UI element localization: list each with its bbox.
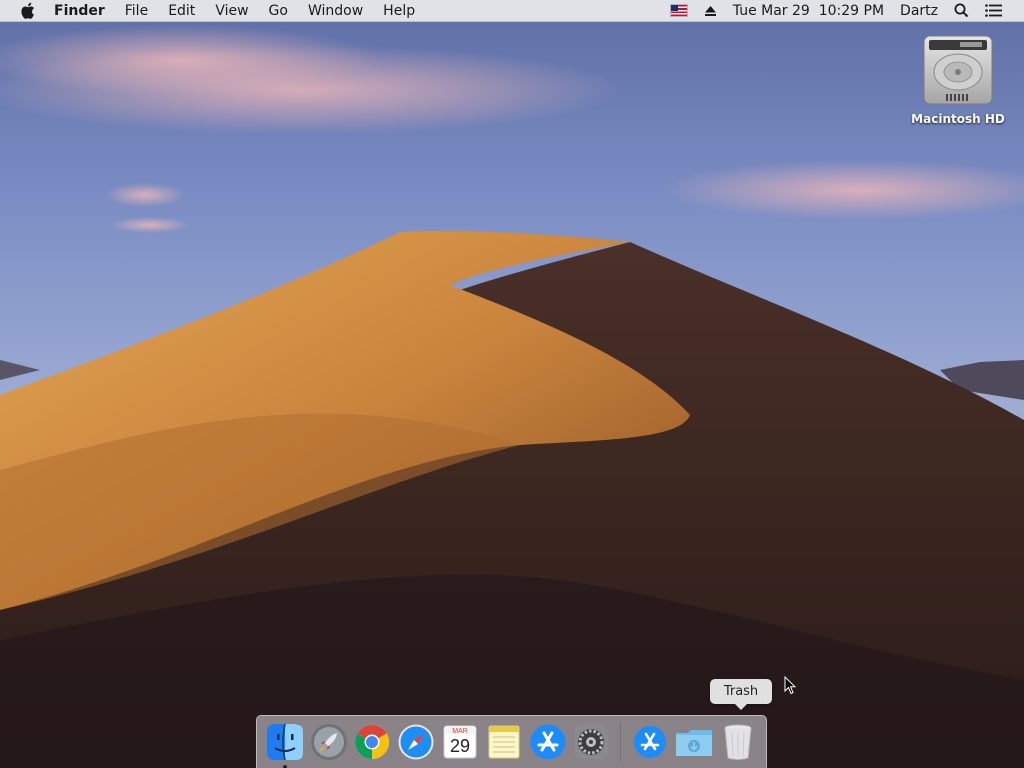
dock-item-chrome[interactable] — [353, 722, 393, 762]
wallpaper — [0, 0, 1024, 768]
dock-item-notes[interactable] — [484, 722, 524, 762]
menu-go[interactable]: Go — [259, 0, 298, 22]
menu-help[interactable]: Help — [373, 0, 425, 22]
menu-app-name[interactable]: Finder — [50, 0, 115, 22]
notes-icon — [488, 725, 520, 759]
dock-item-finder[interactable] — [265, 722, 305, 768]
input-source-flag-icon[interactable] — [662, 0, 696, 22]
dock: MAR 29 — [256, 715, 767, 768]
menu-view[interactable]: View — [205, 0, 258, 22]
desktop-item-macintosh-hd[interactable]: Macintosh HD — [902, 32, 1014, 126]
menu-file[interactable]: File — [115, 0, 158, 22]
dock-item-trash[interactable] — [718, 722, 758, 762]
apple-menu-icon[interactable] — [18, 2, 36, 20]
dock-item-launchpad[interactable] — [309, 722, 349, 762]
calendar-icon: MAR 29 — [443, 725, 477, 759]
notification-center-icon[interactable] — [977, 0, 1010, 22]
clock[interactable]: Tue Mar 29 10:29 PM — [725, 0, 892, 22]
calendar-day: 29 — [450, 736, 470, 756]
desktop: Finder File Edit View Go Window Help Tue… — [0, 0, 1024, 768]
dock-tooltip: Trash — [710, 679, 772, 710]
desktop-item-label: Macintosh HD — [911, 112, 1005, 126]
mouse-cursor-icon — [784, 676, 796, 695]
dock-item-system-preferences[interactable] — [572, 722, 612, 762]
calendar-month: MAR — [452, 728, 468, 735]
dock-separator — [620, 722, 622, 762]
user-menu[interactable]: Dartz — [892, 0, 946, 22]
menu-bar: Finder File Edit View Go Window Help Tue… — [0, 0, 1024, 22]
dock-item-safari[interactable] — [396, 722, 436, 762]
folder-download-icon — [676, 730, 713, 756]
app-store-icon — [634, 726, 667, 758]
trash-icon — [724, 724, 752, 760]
hard-drive-icon — [923, 35, 993, 105]
spotlight-search-icon[interactable] — [946, 0, 977, 22]
eject-icon[interactable] — [696, 0, 725, 22]
dock-item-app-store[interactable] — [528, 722, 568, 762]
finder-icon — [266, 723, 303, 761]
chrome-icon — [355, 725, 390, 759]
dock-item-applications[interactable] — [630, 722, 670, 762]
compass-icon — [398, 724, 434, 760]
dock-item-downloads[interactable] — [674, 722, 714, 762]
gear-icon — [574, 725, 609, 759]
menu-edit[interactable]: Edit — [158, 0, 205, 22]
dock-item-calendar[interactable]: MAR 29 — [440, 722, 480, 762]
menu-window[interactable]: Window — [298, 0, 373, 22]
app-store-icon — [530, 724, 566, 760]
rocket-icon — [310, 724, 347, 760]
